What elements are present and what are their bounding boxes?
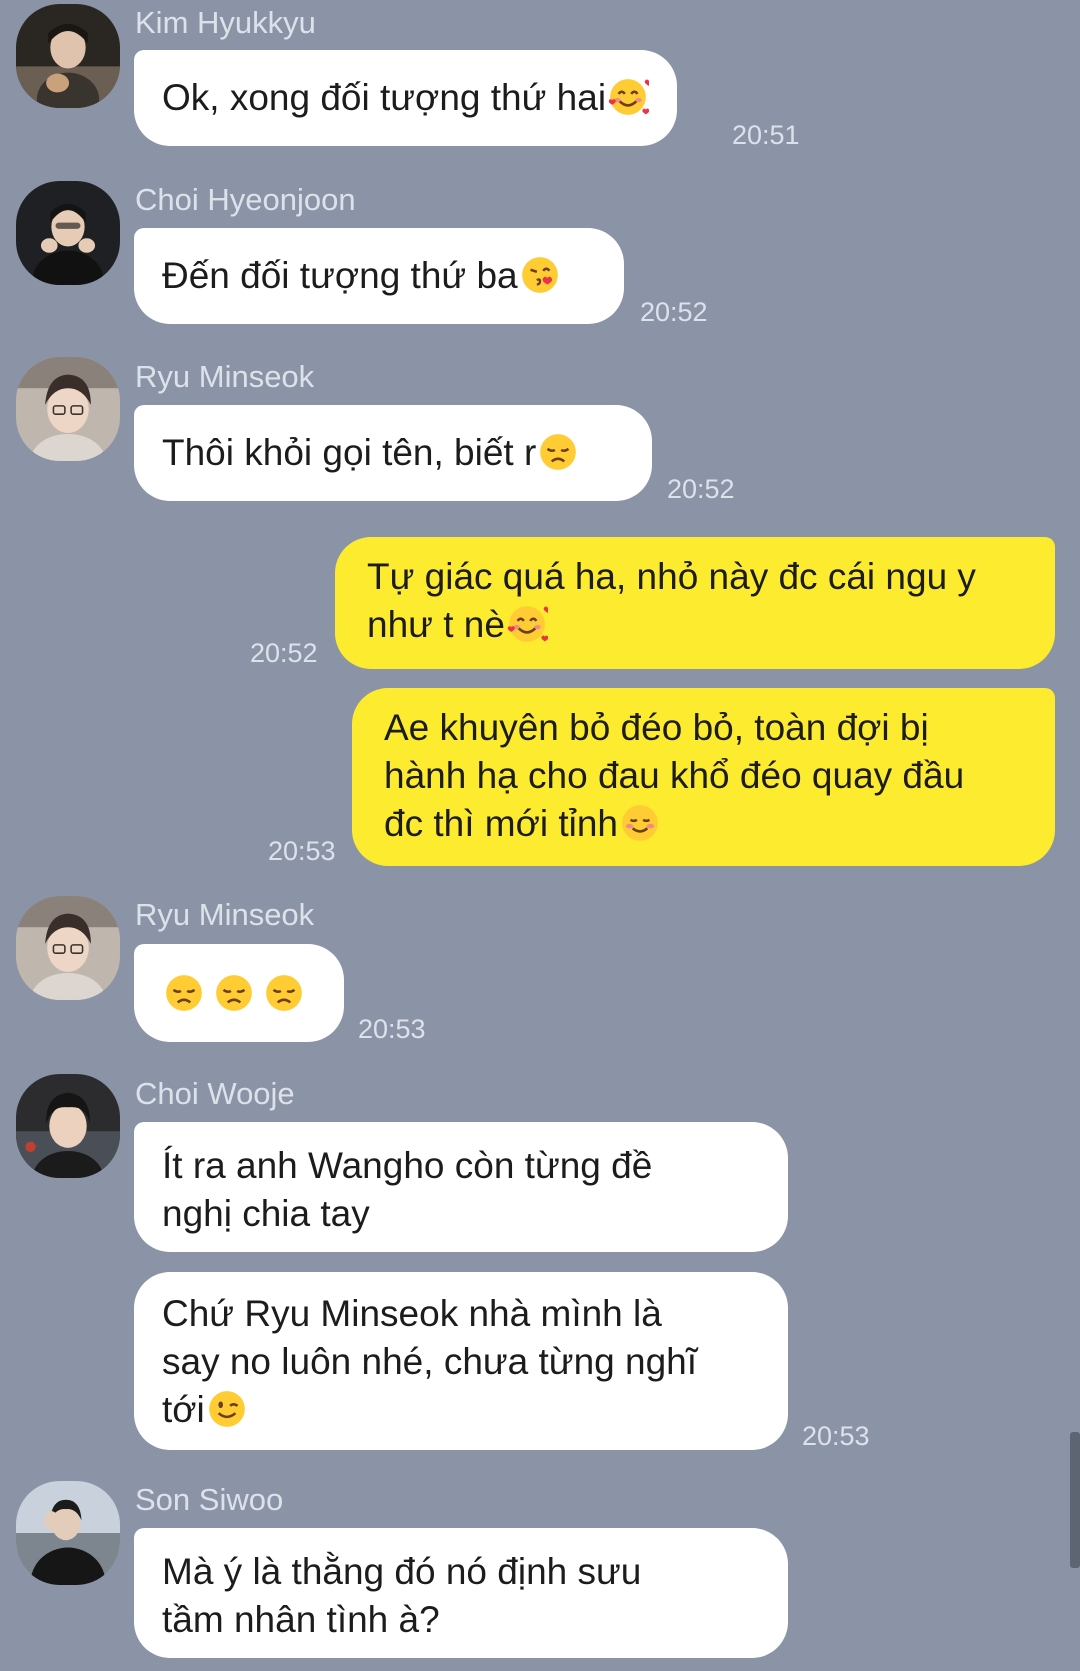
message-time: 20:53 (358, 1014, 426, 1044)
profile-photo-icon (16, 4, 120, 108)
message-time: 20:53 (802, 1421, 870, 1451)
sender-name: Ryu Minseok (135, 897, 315, 932)
message-time: 20:52 (250, 638, 318, 668)
avatar-ryu-minseok[interactable] (16, 357, 120, 461)
smiling-face-icon (619, 802, 661, 844)
sender-name: Son Siwoo (135, 1482, 284, 1517)
profile-photo-icon (16, 1074, 120, 1178)
disappointed-face-icon (537, 431, 579, 473)
message-text-line: hành hạ cho đau khổ đéo quay đầu (384, 755, 965, 796)
message-time: 20:52 (667, 474, 735, 504)
message-time: 20:52 (640, 297, 708, 327)
smiling-face-with-hearts-icon (506, 603, 548, 645)
message-text-line: Mà ý là thằng đó nó định sưu (162, 1551, 642, 1592)
sender-name: Choi Wooje (135, 1076, 295, 1111)
message-text: Ok, xong đối tượng thứ hai (162, 77, 607, 118)
winking-face-icon (206, 1388, 248, 1430)
message-time: 20:51 (732, 120, 800, 150)
profile-photo-icon (16, 1481, 120, 1585)
message-bubble[interactable]: Ít ra anh Wangho còn từng đề nghị chia t… (134, 1122, 788, 1252)
avatar-kim-hyukkyu[interactable] (16, 4, 120, 108)
face-blowing-kiss-icon (519, 254, 561, 296)
disappointed-face-icon (163, 972, 205, 1014)
message-text-line: tầm nhân tình à? (162, 1599, 440, 1640)
message-text-line: đc thì mới tỉnh (384, 803, 619, 844)
sender-name: Ryu Minseok (135, 359, 315, 394)
chat-view[interactable]: Kim Hyukkyu Ok, xong đối tượng thứ hai 2… (0, 0, 1080, 1671)
avatar-choi-hyeonjoon[interactable] (16, 181, 120, 285)
sender-name: Kim Hyukkyu (135, 5, 316, 40)
message-text: Đến đối tượng thứ ba (162, 255, 518, 296)
message-text-line: Ae khuyên bỏ đéo bỏ, toàn đợi bị (384, 707, 929, 748)
message-text-line: Chứ Ryu Minseok nhà mình là (162, 1293, 662, 1334)
message-bubble-outgoing[interactable]: Tự giác quá ha, nhỏ này đc cái ngu y như… (335, 537, 1055, 669)
message-bubble[interactable]: Chứ Ryu Minseok nhà mình là say no luôn … (134, 1272, 788, 1450)
message-bubble[interactable]: Mà ý là thằng đó nó định sưu tầm nhân tì… (134, 1528, 788, 1658)
message-text-line: Ít ra anh Wangho còn từng đề (162, 1145, 653, 1186)
message-text-line: nghị chia tay (162, 1193, 370, 1234)
message-text-line: Tự giác quá ha, nhỏ này đc cái ngu y (367, 556, 976, 597)
message-time: 20:53 (268, 836, 336, 866)
message-text-line: tới (162, 1389, 205, 1430)
sender-name: Choi Hyeonjoon (135, 182, 356, 217)
smiling-face-with-hearts-icon (607, 76, 650, 118)
disappointed-face-icon (213, 972, 255, 1014)
scrollbar-thumb[interactable] (1070, 1432, 1080, 1568)
avatar-choi-wooje[interactable] (16, 1074, 120, 1178)
message-bubble[interactable]: Đến đối tượng thứ ba (134, 228, 624, 324)
message-bubble-outgoing[interactable]: Ae khuyên bỏ đéo bỏ, toàn đợi bị hành hạ… (352, 688, 1055, 866)
message-bubble[interactable] (134, 944, 344, 1042)
message-text: Thôi khỏi gọi tên, biết r (162, 432, 537, 473)
profile-photo-icon (16, 357, 120, 461)
avatar-ryu-minseok[interactable] (16, 896, 120, 1000)
message-text-line: như t nè (367, 604, 505, 645)
message-bubble[interactable]: Ok, xong đối tượng thứ hai (134, 50, 678, 146)
profile-photo-icon (16, 181, 120, 285)
message-text-line: say no luôn nhé, chưa từng nghĩ (162, 1341, 698, 1382)
avatar-son-siwoo[interactable] (16, 1481, 120, 1585)
profile-photo-icon (16, 896, 120, 1000)
message-bubble[interactable]: Thôi khỏi gọi tên, biết r (134, 405, 652, 501)
disappointed-face-icon (263, 972, 305, 1014)
